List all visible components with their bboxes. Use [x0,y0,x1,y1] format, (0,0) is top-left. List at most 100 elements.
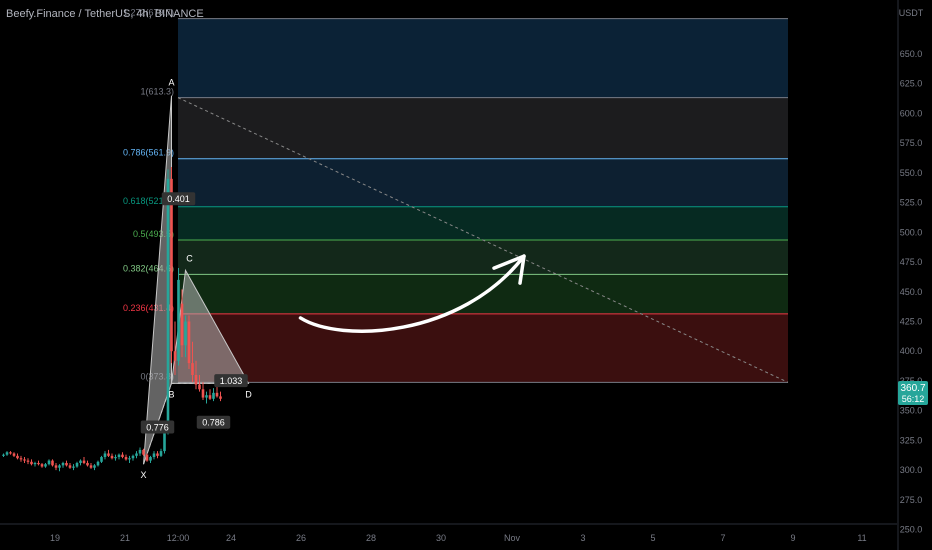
price-chart[interactable]: 0(373.8)0.236(431.4)0.382(464.6)0.5(493.… [0,0,932,550]
fib-level-label: 0.786(561.9) [123,148,174,158]
pattern-point-x: X [140,470,146,480]
candle-body [40,464,44,467]
price-tick-label: 350.0 [900,406,923,416]
candle-body [47,460,51,465]
pattern-point-a: A [168,78,174,88]
price-tick-label: 525.0 [900,198,923,208]
candle-body [96,461,100,466]
candle-body [72,466,75,468]
fib-zone [178,206,788,241]
candle-body [152,453,156,458]
fib-zone [178,97,788,159]
pattern-point-d: D [245,389,252,399]
candle-body [86,462,89,466]
fib-zone [178,18,788,98]
candle-body [145,454,149,461]
candle-body [82,460,86,463]
fib-zone [178,158,788,207]
candle-body [138,449,142,454]
pattern-point-b: B [168,389,174,399]
price-tick-label: 650.0 [900,49,923,59]
candle-body [124,457,128,460]
price-tick-label: 275.0 [900,495,923,505]
pattern-ratio-label: 0.401 [167,194,190,204]
candle-body [107,453,110,456]
candle-body [54,465,58,468]
candle-body [205,395,208,398]
candle-body [103,453,107,458]
candle-body [75,462,79,467]
candle-body [58,465,61,468]
candle-body [128,458,131,460]
candle-body [180,303,184,346]
fib-level-label: 1(613.3) [140,87,174,97]
time-tick-label: 11 [857,533,866,543]
candle-body [184,321,187,346]
candle-body [23,459,26,461]
candle-body [131,455,135,459]
candle-body [187,321,191,364]
candle-body [173,351,177,361]
candle-body [121,454,124,458]
candle-body [212,392,215,399]
candle-body [149,457,152,461]
price-tick-label: 325.0 [900,435,923,445]
candle-body [194,374,198,385]
candle-body [19,458,23,460]
candle-body [100,457,103,462]
time-tick-label: 7 [720,533,725,543]
candle-body [5,452,9,455]
candle-body [142,449,145,455]
time-tick-label: 21 [120,533,130,543]
candle-body [33,462,37,465]
candle-body [16,455,19,459]
candle-body [51,460,54,466]
price-tick-label: 600.0 [900,108,923,118]
candle-body [93,465,96,468]
candle-body [117,454,121,458]
candle-body [110,455,114,459]
fibonacci-retracement[interactable] [178,18,788,383]
candle-body [198,384,201,390]
price-tick-label: 450.0 [900,287,923,297]
pattern-ratio-label: 1.033 [220,376,243,386]
candle-body [65,462,68,466]
candle-body [37,462,40,465]
candle-body [219,396,222,399]
time-tick-label: 9 [790,533,795,543]
candle-body [61,462,65,466]
pattern-ratio-label: 0.776 [146,422,169,432]
time-tick-label: 5 [650,533,655,543]
price-tick-label: 575.0 [900,138,923,148]
time-tick-label: 24 [226,533,236,543]
price-tick-label: 400.0 [900,346,923,356]
price-axis-unit: USDT [899,8,924,18]
price-tick-label: 500.0 [900,227,923,237]
time-tick-label: 19 [50,533,60,543]
pattern-point-c: C [186,253,193,263]
candle-body [156,453,159,456]
time-tick-label: 3 [580,533,585,543]
candle-body [12,453,16,456]
price-tick-label: 475.0 [900,257,923,267]
candle-body [215,392,219,397]
fib-zone [178,313,788,383]
price-tick-label: 550.0 [900,168,923,178]
candle-body [159,451,163,456]
pattern-ratio-label: 0.786 [202,418,225,428]
time-tick-label: 28 [366,533,376,543]
time-tick-label: 26 [296,533,306,543]
candle-body [89,465,93,468]
candle-body [135,453,138,456]
candle-body [44,464,47,467]
candle-body [208,395,212,399]
current-price-marker: 360.7 56:12 [898,381,928,405]
time-tick-label: Nov [504,533,521,543]
time-tick-label: 12:00 [167,533,190,543]
price-tick-label: 425.0 [900,316,923,326]
candle-countdown-label: 56:12 [902,394,925,404]
current-price-label: 360.7 [900,383,925,394]
time-tick-label: 30 [436,533,446,543]
candle-body [191,363,194,375]
candle-body [79,460,82,463]
